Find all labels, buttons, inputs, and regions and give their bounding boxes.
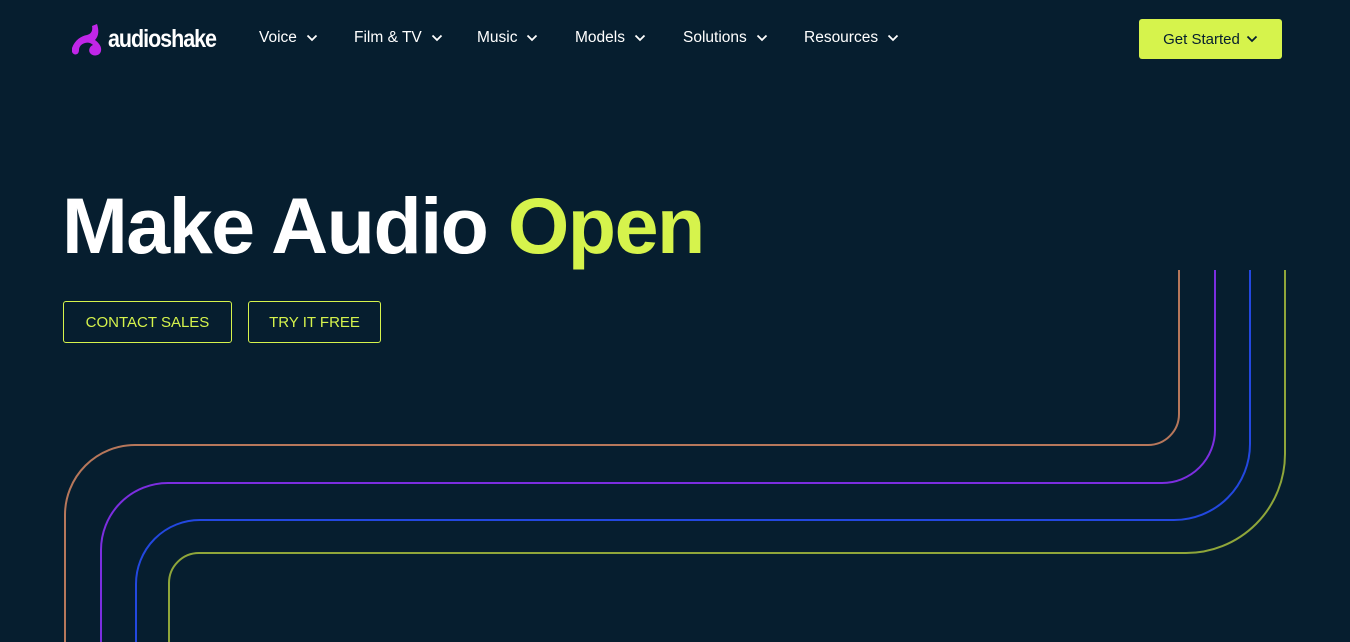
hero-title: Make Audio Open [62,178,705,274]
nav-item-models[interactable]: Models [575,27,646,49]
nav-item-voice[interactable]: Voice [259,27,318,49]
hero-title-accent: Open [507,181,705,270]
nav-item-solutions[interactable]: Solutions [683,27,768,49]
nav-item-resources[interactable]: Resources [804,27,899,49]
nav-item-label: Film & TV [354,29,422,46]
chevron-down-icon [431,34,442,42]
audioshake-logo[interactable]: audioshake [66,21,234,57]
wave-line-orange [64,270,1180,642]
logo-mark-icon [72,24,102,56]
get-started-label: Get Started [1163,30,1240,48]
nav-item-label: Music [477,29,518,46]
hero-title-main: Make Audio [62,181,489,270]
chevron-down-icon [1246,35,1257,43]
chevron-down-icon [527,34,538,42]
nav-item-label: Voice [259,29,297,46]
chevron-down-icon [634,34,646,42]
nav-item-film-tv[interactable]: Film & TV [354,27,443,49]
nav-item-label: Resources [804,29,879,46]
get-started-button[interactable]: Get Started [1139,19,1282,59]
chevron-down-icon [887,34,899,42]
try-it-free-button[interactable]: TRY IT FREE [248,301,381,343]
site-header: audioshake Voice Film & TV Music Models … [0,0,1350,76]
contact-sales-button[interactable]: CONTACT SALES [63,301,232,343]
nav-item-label: Models [575,29,625,46]
chevron-down-icon [306,34,318,42]
nav-item-music[interactable]: Music [477,27,538,49]
nav-item-label: Solutions [683,29,747,46]
logo-text: audioshake [108,25,217,53]
chevron-down-icon [756,34,767,42]
